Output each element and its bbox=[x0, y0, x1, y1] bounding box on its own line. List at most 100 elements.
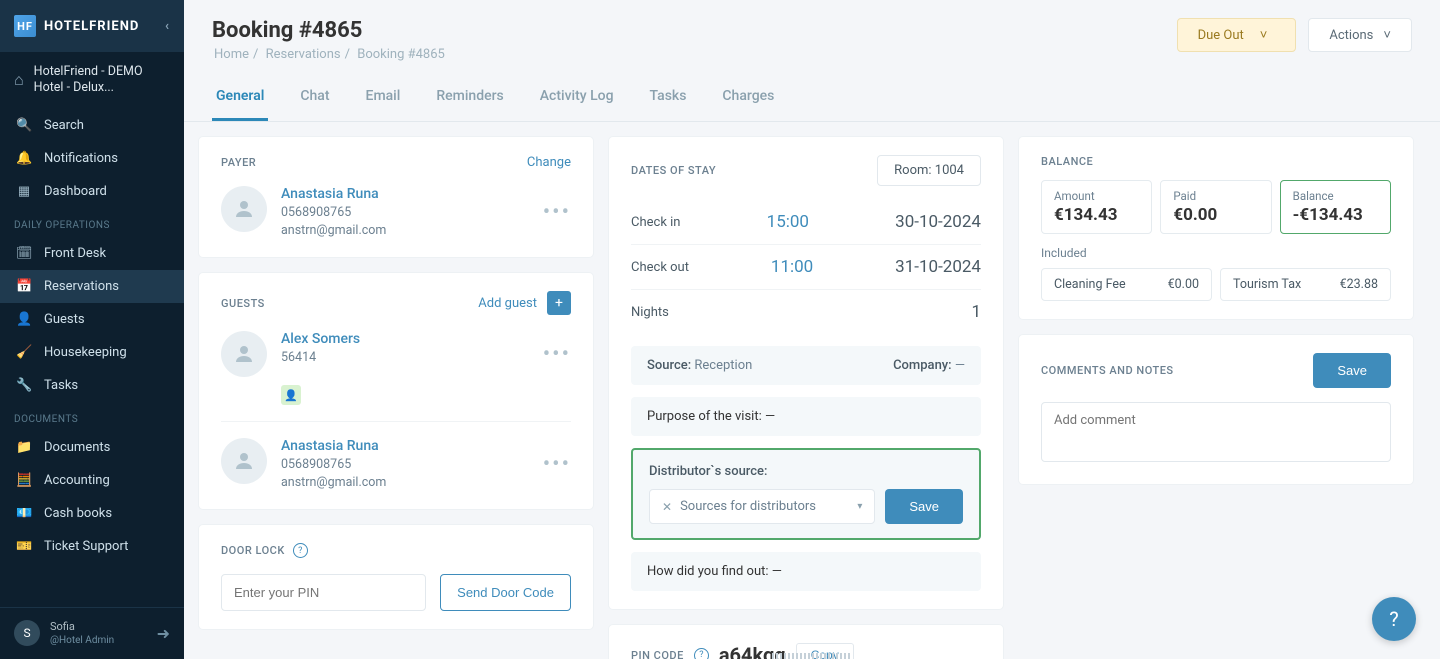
home-icon: ⌂ bbox=[14, 70, 24, 90]
tabs: General Chat Email Reminders Activity Lo… bbox=[184, 62, 1440, 122]
page-title: Booking #4865 bbox=[212, 18, 447, 43]
nav-notifications[interactable]: 🔔Notifications bbox=[0, 142, 184, 175]
section-ops: DAILY OPERATIONS bbox=[0, 208, 184, 237]
crumb-reservations[interactable]: Reservations bbox=[266, 47, 341, 62]
source-value: Reception bbox=[694, 358, 752, 373]
checkout-label: Check out bbox=[631, 260, 689, 275]
distributor-select[interactable]: ✕ Sources for distributors ▾ bbox=[649, 489, 875, 524]
tourism-tax-box: Tourism Tax €23.88 bbox=[1220, 268, 1391, 301]
included-label: Included bbox=[1041, 246, 1391, 260]
checkin-date[interactable]: 30-10-2024 bbox=[895, 212, 981, 232]
distributor-label: Distributor`s source: bbox=[649, 464, 963, 479]
tab-tasks[interactable]: Tasks bbox=[646, 78, 691, 121]
tab-general[interactable]: General bbox=[212, 78, 268, 121]
payer-phone: 0568908765 bbox=[281, 204, 529, 222]
nav-ticket-support[interactable]: 🎫Ticket Support bbox=[0, 530, 184, 563]
desk-icon: 🗓 bbox=[16, 246, 32, 261]
nav-tasks[interactable]: 🔧Tasks bbox=[0, 369, 184, 402]
save-distributor-button[interactable]: Save bbox=[885, 489, 963, 524]
guest-avatar bbox=[221, 438, 267, 484]
tab-charges[interactable]: Charges bbox=[718, 78, 778, 121]
user-row[interactable]: S Sofia @Hotel Admin ➜ bbox=[0, 607, 184, 659]
checkin-label: Check in bbox=[631, 215, 680, 230]
cash-icon: 💶 bbox=[16, 506, 32, 521]
person-icon: 👤 bbox=[16, 312, 32, 327]
user-role: @Hotel Admin bbox=[50, 634, 114, 647]
help-icon[interactable]: ? bbox=[293, 543, 308, 558]
crumb-current: Booking #4865 bbox=[357, 47, 445, 62]
payer-card: PAYER Change Anastasia Runa 0568908765 a… bbox=[198, 136, 594, 258]
help-fab[interactable]: ? bbox=[1372, 597, 1416, 641]
room-chip[interactable]: Room: 1004 bbox=[877, 155, 981, 186]
help-icon[interactable]: ? bbox=[694, 648, 709, 659]
payer-name[interactable]: Anastasia Runa bbox=[281, 186, 529, 202]
hotel-name: HotelFriend - DEMO Hotel - Delux... bbox=[34, 64, 170, 97]
pin-input[interactable] bbox=[221, 574, 426, 611]
user-name: Sofia bbox=[50, 620, 114, 634]
logout-icon[interactable]: ➜ bbox=[157, 624, 170, 643]
collapse-icon[interactable]: ‹ bbox=[165, 19, 170, 34]
tab-email[interactable]: Email bbox=[362, 78, 405, 121]
checkout-time[interactable]: 11:00 bbox=[771, 257, 813, 277]
nights-label: Nights bbox=[631, 305, 669, 320]
nav-accounting[interactable]: 🧮Accounting bbox=[0, 464, 184, 497]
guest-avatar bbox=[221, 331, 267, 377]
nav-reservations[interactable]: 📅Reservations bbox=[0, 270, 184, 303]
checkout-date[interactable]: 31-10-2024 bbox=[895, 257, 981, 277]
tab-reminders[interactable]: Reminders bbox=[432, 78, 507, 121]
checkin-time[interactable]: 15:00 bbox=[767, 212, 809, 232]
crumb-home[interactable]: Home bbox=[214, 47, 249, 62]
doorlock-card: DOOR LOCK ? Send Door Code bbox=[198, 524, 594, 630]
brush-icon: 🧹 bbox=[16, 345, 32, 360]
clear-icon[interactable]: ✕ bbox=[662, 500, 672, 514]
hotel-selector[interactable]: ⌂ HotelFriend - DEMO Hotel - Delux... bbox=[0, 52, 184, 109]
nav-search[interactable]: 🔍Search bbox=[0, 109, 184, 142]
comment-input[interactable] bbox=[1041, 402, 1391, 462]
paid-box: Paid €0.00 bbox=[1160, 180, 1271, 234]
payer-more-icon[interactable]: ••• bbox=[543, 200, 571, 225]
guest1-name[interactable]: Alex Somers bbox=[281, 331, 529, 347]
save-comment-button[interactable]: Save bbox=[1313, 353, 1391, 388]
cleaning-fee-box: Cleaning Fee €0.00 bbox=[1041, 268, 1212, 301]
doorlock-label: DOOR LOCK bbox=[221, 544, 285, 557]
chevron-down-icon: ˅ bbox=[1260, 27, 1268, 43]
chevron-down-icon: ▾ bbox=[857, 501, 862, 512]
guest2-name[interactable]: Anastasia Runa bbox=[281, 438, 529, 454]
guests-card: GUESTS Add guest + Alex Somers bbox=[198, 272, 594, 510]
amount-box: Amount €134.43 bbox=[1041, 180, 1152, 234]
logo: HF HOTELFRIEND ‹ bbox=[0, 0, 184, 52]
nav-housekeeping[interactable]: 🧹Housekeeping bbox=[0, 336, 184, 369]
nav: 🔍Search 🔔Notifications ▦Dashboard DAILY … bbox=[0, 109, 184, 607]
bell-icon: 🔔 bbox=[16, 151, 32, 166]
folder-icon: 📁 bbox=[16, 440, 32, 455]
how-value: — bbox=[772, 564, 782, 579]
guest1-more-icon[interactable]: ••• bbox=[543, 342, 571, 367]
nav-documents[interactable]: 📁Documents bbox=[0, 431, 184, 464]
logo-icon: HF bbox=[14, 15, 36, 37]
nav-dashboard[interactable]: ▦Dashboard bbox=[0, 175, 184, 208]
balance-box: Balance -€134.43 bbox=[1280, 180, 1391, 234]
comments-card: COMMENTS AND NOTES Save bbox=[1018, 334, 1414, 485]
dates-label: DATES OF STAY bbox=[631, 164, 716, 177]
guest2-phone: 0568908765 bbox=[281, 456, 529, 474]
send-door-code-button[interactable]: Send Door Code bbox=[440, 574, 571, 611]
actions-dropdown[interactable]: Actions ˅ bbox=[1308, 18, 1412, 52]
change-payer[interactable]: Change bbox=[527, 155, 571, 170]
tourism-tax-value: €23.88 bbox=[1340, 277, 1378, 292]
guest2-more-icon[interactable]: ••• bbox=[543, 452, 571, 477]
dates-card: DATES OF STAY Room: 1004 Check in 15:00 … bbox=[608, 136, 1004, 610]
comments-label: COMMENTS AND NOTES bbox=[1041, 364, 1174, 377]
content: PAYER Change Anastasia Runa 0568908765 a… bbox=[184, 122, 1440, 659]
nav-cash-books[interactable]: 💶Cash books bbox=[0, 497, 184, 530]
nav-guests[interactable]: 👤Guests bbox=[0, 303, 184, 336]
add-guest-button[interactable]: + bbox=[547, 291, 571, 315]
nav-front-desk[interactable]: 🗓Front Desk bbox=[0, 237, 184, 270]
add-guest-link[interactable]: Add guest bbox=[478, 296, 537, 311]
guests-label: GUESTS bbox=[221, 297, 265, 310]
tab-chat[interactable]: Chat bbox=[296, 78, 333, 121]
tab-activity[interactable]: Activity Log bbox=[536, 78, 618, 121]
balance-value: -€134.43 bbox=[1293, 205, 1378, 225]
resize-handle[interactable] bbox=[772, 653, 852, 659]
sidebar: HF HOTELFRIEND ‹ ⌂ HotelFriend - DEMO Ho… bbox=[0, 0, 184, 659]
status-dropdown[interactable]: Due Out ˅ bbox=[1177, 18, 1297, 52]
